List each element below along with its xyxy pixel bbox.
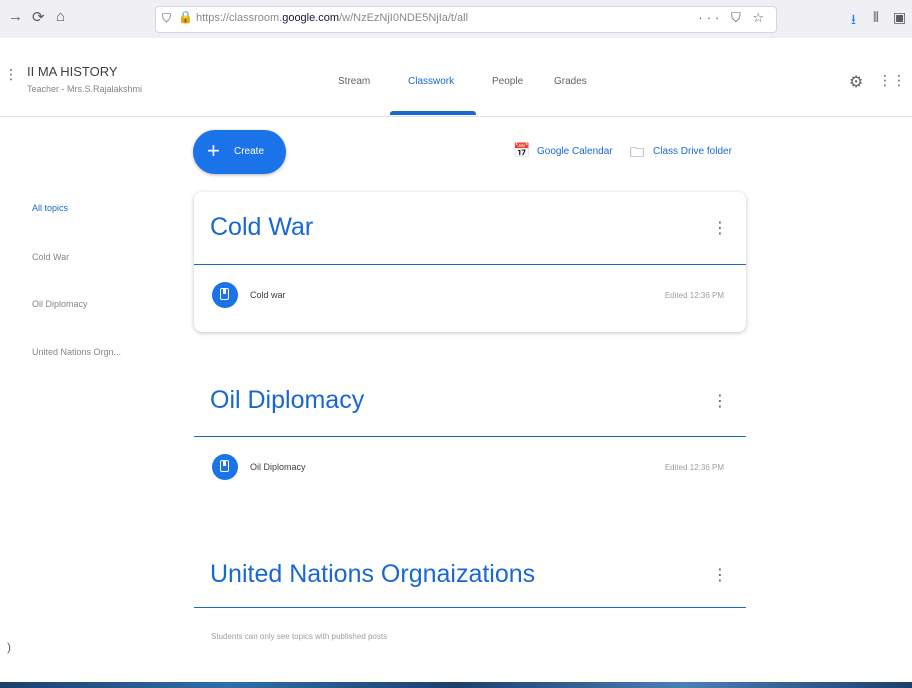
assignment-edited-time: Edited 12:36 PM [664,463,724,472]
library-icon[interactable]: ⫴ [873,9,879,26]
create-label: Create [234,146,265,157]
active-tab-indicator [390,111,476,115]
topic-card-united-nations: United Nations Orgnaizations ⋮ [194,540,746,610]
download-icon[interactable]: ⭳ [851,9,856,33]
home-icon[interactable]: ⌂ [56,8,65,25]
scroll-edge-icon: ) [7,640,11,654]
reload-icon[interactable]: ⟳ [32,8,45,26]
topics-visibility-note: Students can only see topics with publis… [211,632,388,641]
sidebar-item-united-nations[interactable]: United Nations Orgn... [32,347,121,357]
more-vert-icon[interactable]: ⋮ [712,218,728,238]
apps-grid-icon[interactable]: ⋮⋮ [878,72,906,89]
sidebar-item-all-topics[interactable]: All topics [32,203,68,213]
topic-divider [194,436,746,437]
tab-grades[interactable]: Grades [554,76,587,87]
tracking-shield-icon[interactable]: ⛉ [162,11,171,26]
classroom-header: ⋮ II MA HISTORY Teacher - Mrs.S.Rajalaks… [0,38,912,117]
class-drive-folder-link[interactable]: Class Drive folder [653,146,732,157]
tab-stream[interactable]: Stream [338,76,370,87]
sidebar-toggle-icon[interactable]: ▣ [893,9,906,26]
assignment-title[interactable]: Oil Diplomacy [250,462,306,472]
class-title[interactable]: II MA HISTORY [27,64,118,79]
create-button[interactable]: + Create [193,130,286,174]
sidebar-item-cold-war[interactable]: Cold War [32,252,69,262]
calendar-icon[interactable]: 📅 [513,142,530,159]
address-bar[interactable]: ⛉ 🔒 https://classroom.google.com/w/NzEzN… [155,6,777,33]
os-taskbar [0,682,912,688]
topic-card-oil-diplomacy: Oil Diplomacy ⋮ Oil Diplomacy Edited 12:… [194,365,746,505]
class-teacher: Teacher - Mrs.S.Rajalakshmi [27,84,143,94]
page-actions-icons[interactable]: ··· ⛉ ☆ [698,10,768,26]
settings-gear-icon[interactable]: ⚙ [849,72,863,92]
more-vert-icon[interactable]: ⋮ [712,391,728,411]
assignment-title[interactable]: Cold war [250,290,286,300]
assignment-icon [212,282,238,308]
topic-card-cold-war: Cold War ⋮ Cold war Edited 12:36 PM [194,192,746,332]
assignment-edited-time: Edited 12:36 PM [664,291,724,300]
tab-classwork[interactable]: Classwork [408,76,454,87]
folder-icon[interactable]: 🗀 [630,142,644,166]
tab-people[interactable]: People [492,76,523,87]
lock-icon[interactable]: 🔒 [178,10,193,24]
browser-toolbar: → ⟳ ⌂ ⛉ 🔒 https://classroom.google.com/w… [0,0,912,39]
topic-title[interactable]: Oil Diplomacy [210,386,364,415]
assignment-icon [212,454,238,480]
plus-icon: + [207,138,220,163]
topic-title[interactable]: Cold War [210,213,313,242]
sidebar-item-oil-diplomacy[interactable]: Oil Diplomacy [32,299,88,309]
url-text[interactable]: https://classroom.google.com/w/NzEzNjI0N… [196,12,616,24]
back-arrow-icon[interactable]: → [8,8,23,25]
topic-title[interactable]: United Nations Orgnaizations [210,560,535,589]
google-calendar-link[interactable]: Google Calendar [537,146,613,157]
topic-divider [194,607,746,608]
more-vert-icon[interactable]: ⋮ [712,565,728,585]
topic-divider [194,264,746,265]
main-menu-icon[interactable]: ⋮ [4,66,18,83]
